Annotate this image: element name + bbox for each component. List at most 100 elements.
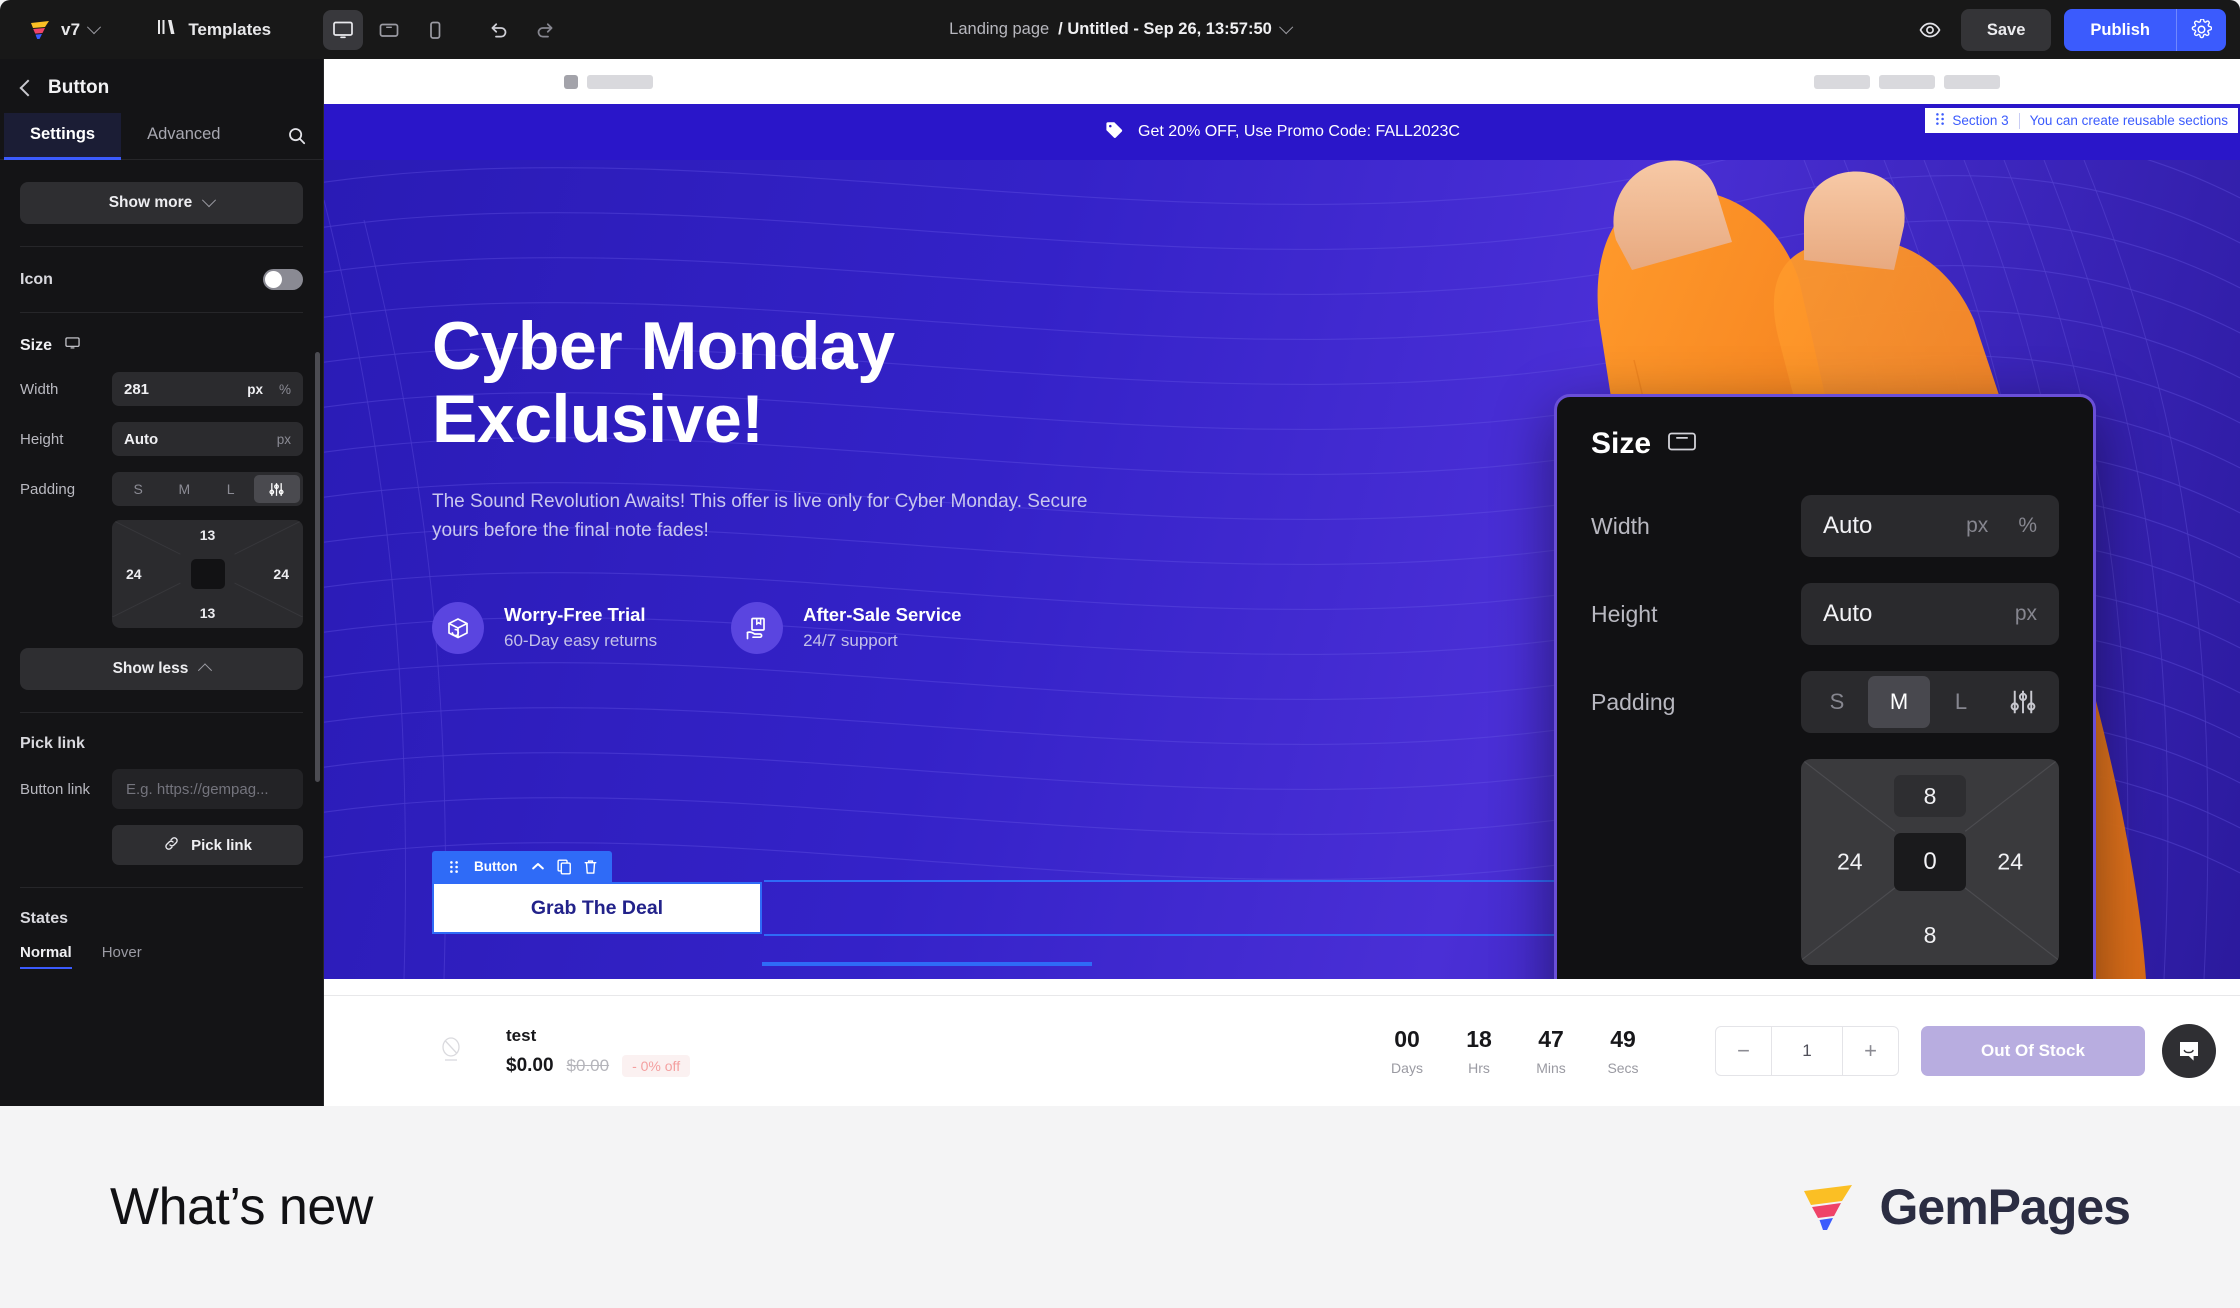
size-overlay-title: Size	[1591, 427, 1652, 460]
site-header-skeleton	[324, 59, 2240, 104]
padding-center-value[interactable]	[190, 559, 225, 589]
padding-preset-l[interactable]: L	[208, 475, 254, 503]
overlay-padding-preset-s[interactable]: S	[1806, 676, 1868, 728]
overlay-padding-preset-group: S M L	[1801, 671, 2059, 733]
size-overlay-header: Size	[1591, 427, 2059, 461]
sliders-icon[interactable]	[253, 475, 300, 503]
height-input[interactable]: Auto px	[112, 422, 303, 456]
undo-button[interactable]	[481, 12, 517, 48]
states-tabs: Normal Hover	[20, 944, 303, 969]
padding-box-editor: 13 24 24 13	[112, 520, 303, 628]
padding-bottom-value[interactable]: 13	[200, 605, 216, 621]
countdown-label: Mins	[1536, 1060, 1566, 1076]
overlay-padding-preset-l[interactable]: L	[1930, 676, 1992, 728]
overlay-width-input[interactable]: Auto px %	[1801, 495, 2059, 557]
tab-settings[interactable]: Settings	[4, 113, 122, 160]
overlay-padding-center-value[interactable]: 0	[1894, 833, 1966, 891]
overlay-width-value: Auto	[1823, 512, 1873, 539]
divider	[20, 246, 303, 247]
padding-left-value[interactable]: 24	[126, 566, 142, 582]
quantity-decrease-button[interactable]: −	[1716, 1027, 1771, 1075]
countdown-value: 18	[1466, 1026, 1492, 1052]
device-desktop-button[interactable]	[323, 9, 364, 50]
grab-the-deal-button[interactable]: Grab The Deal	[432, 882, 762, 934]
icon-toggle[interactable]	[263, 269, 303, 290]
overlay-height-input[interactable]: Auto px	[1801, 583, 2059, 645]
overlay-padding-left-value[interactable]: 24	[1837, 849, 1863, 876]
pick-link-label: Pick link	[191, 836, 252, 854]
overlay-padding-top-value[interactable]: 8	[1894, 775, 1966, 817]
width-input[interactable]: 281 px %	[112, 372, 303, 406]
product-discount-badge: - 0% off	[622, 1054, 691, 1077]
unit-px[interactable]: px	[247, 382, 263, 397]
overlay-padding-right-value[interactable]: 24	[1997, 849, 2023, 876]
padding-preset-s[interactable]: S	[115, 475, 161, 503]
save-button[interactable]: Save	[1960, 8, 2052, 51]
show-less-button[interactable]: Show less	[20, 648, 303, 690]
width-units: px %	[247, 382, 291, 397]
state-hover[interactable]: Hover	[102, 944, 142, 969]
quantity-increase-button[interactable]: +	[1843, 1027, 1898, 1075]
whats-new-footer: What’s new GemPages	[0, 1106, 2240, 1308]
drag-dots-icon[interactable]	[441, 854, 467, 880]
publish-settings-button[interactable]	[2176, 8, 2226, 51]
hero-features: Worry-Free Trial 60-Day easy returns Aft…	[432, 601, 1312, 654]
size-overlay-panel: Size Width Auto px % Height Auto px Padd…	[1554, 394, 2096, 979]
unit-percent[interactable]: %	[279, 382, 291, 397]
desktop-icon	[64, 335, 81, 356]
device-tablet-button[interactable]	[369, 10, 409, 50]
page-title-selector[interactable]: Landing page / Untitled - Sep 26, 13:57:…	[949, 19, 1293, 39]
trash-icon[interactable]	[577, 854, 603, 880]
feature-title: After-Sale Service	[803, 604, 962, 626]
unit-percent[interactable]: %	[2018, 514, 2037, 538]
chevron-left-icon[interactable]	[19, 79, 37, 97]
page-name-label: / Untitled - Sep 26, 13:57:50	[1058, 20, 1272, 38]
overlay-width-label: Width	[1591, 512, 1650, 539]
unit-px[interactable]: px	[1966, 514, 1988, 538]
gempages-wordmark: GemPages	[1879, 1179, 2131, 1235]
copy-icon[interactable]	[551, 854, 577, 880]
logo-bar	[587, 74, 653, 89]
chevron-up-icon[interactable]	[525, 854, 551, 880]
device-mobile-button[interactable]	[415, 10, 455, 50]
quantity-stepper: − 1 +	[1715, 1026, 1899, 1076]
countdown-unit: 49 Secs	[1587, 1026, 1659, 1076]
panel-scrollbar[interactable]	[315, 352, 320, 782]
brand-version-selector[interactable]: v7	[18, 12, 109, 48]
icon-row-label: Icon	[20, 270, 53, 288]
tab-advanced[interactable]: Advanced	[121, 113, 246, 159]
toolbar-left-group: v7 Templates	[0, 9, 563, 50]
publish-button[interactable]: Publish	[2064, 9, 2176, 51]
drag-dots-icon[interactable]	[1935, 112, 1945, 129]
templates-button[interactable]: Templates	[147, 11, 281, 48]
show-more-button[interactable]: Show more	[20, 182, 303, 224]
pick-link-button[interactable]: Pick link	[112, 825, 303, 865]
redo-button[interactable]	[527, 12, 563, 48]
width-value: 281	[124, 380, 150, 398]
chat-bubble-icon[interactable]	[2162, 1024, 2216, 1078]
overlay-padding-bottom-value[interactable]: 8	[1924, 922, 1937, 949]
height-value: Auto	[124, 430, 159, 448]
search-icon[interactable]	[275, 114, 319, 158]
headline-line-2: Exclusive!	[432, 381, 764, 458]
sliders-icon[interactable]	[1992, 676, 2054, 728]
size-heading-label: Size	[20, 336, 53, 354]
padding-right-value[interactable]: 24	[273, 566, 289, 582]
button-link-input[interactable]: E.g. https://gempag...	[112, 769, 303, 809]
out-of-stock-button[interactable]: Out Of Stock	[1921, 1026, 2145, 1076]
no-image-icon	[434, 1031, 468, 1071]
padding-preset-m[interactable]: M	[161, 475, 207, 503]
button-selection-underline	[762, 962, 1092, 966]
preview-button[interactable]	[1912, 12, 1948, 48]
panel-tabs: Settings Advanced	[0, 113, 323, 160]
state-normal[interactable]: Normal	[20, 944, 72, 969]
feature-item: After-Sale Service 24/7 support	[731, 601, 962, 654]
padding-top-value[interactable]: 13	[200, 527, 216, 543]
overlay-padding-preset-m[interactable]: M	[1868, 676, 1930, 728]
left-settings-panel: Button Settings Advanced Show more Icon …	[0, 59, 324, 1106]
section-tag[interactable]: Section 3 You can create reusable sectio…	[1925, 108, 2238, 133]
unit-px[interactable]: px	[2015, 602, 2037, 626]
overlay-height-label: Height	[1591, 600, 1658, 627]
quantity-value[interactable]: 1	[1771, 1027, 1843, 1075]
unit-px[interactable]: px	[277, 432, 291, 447]
